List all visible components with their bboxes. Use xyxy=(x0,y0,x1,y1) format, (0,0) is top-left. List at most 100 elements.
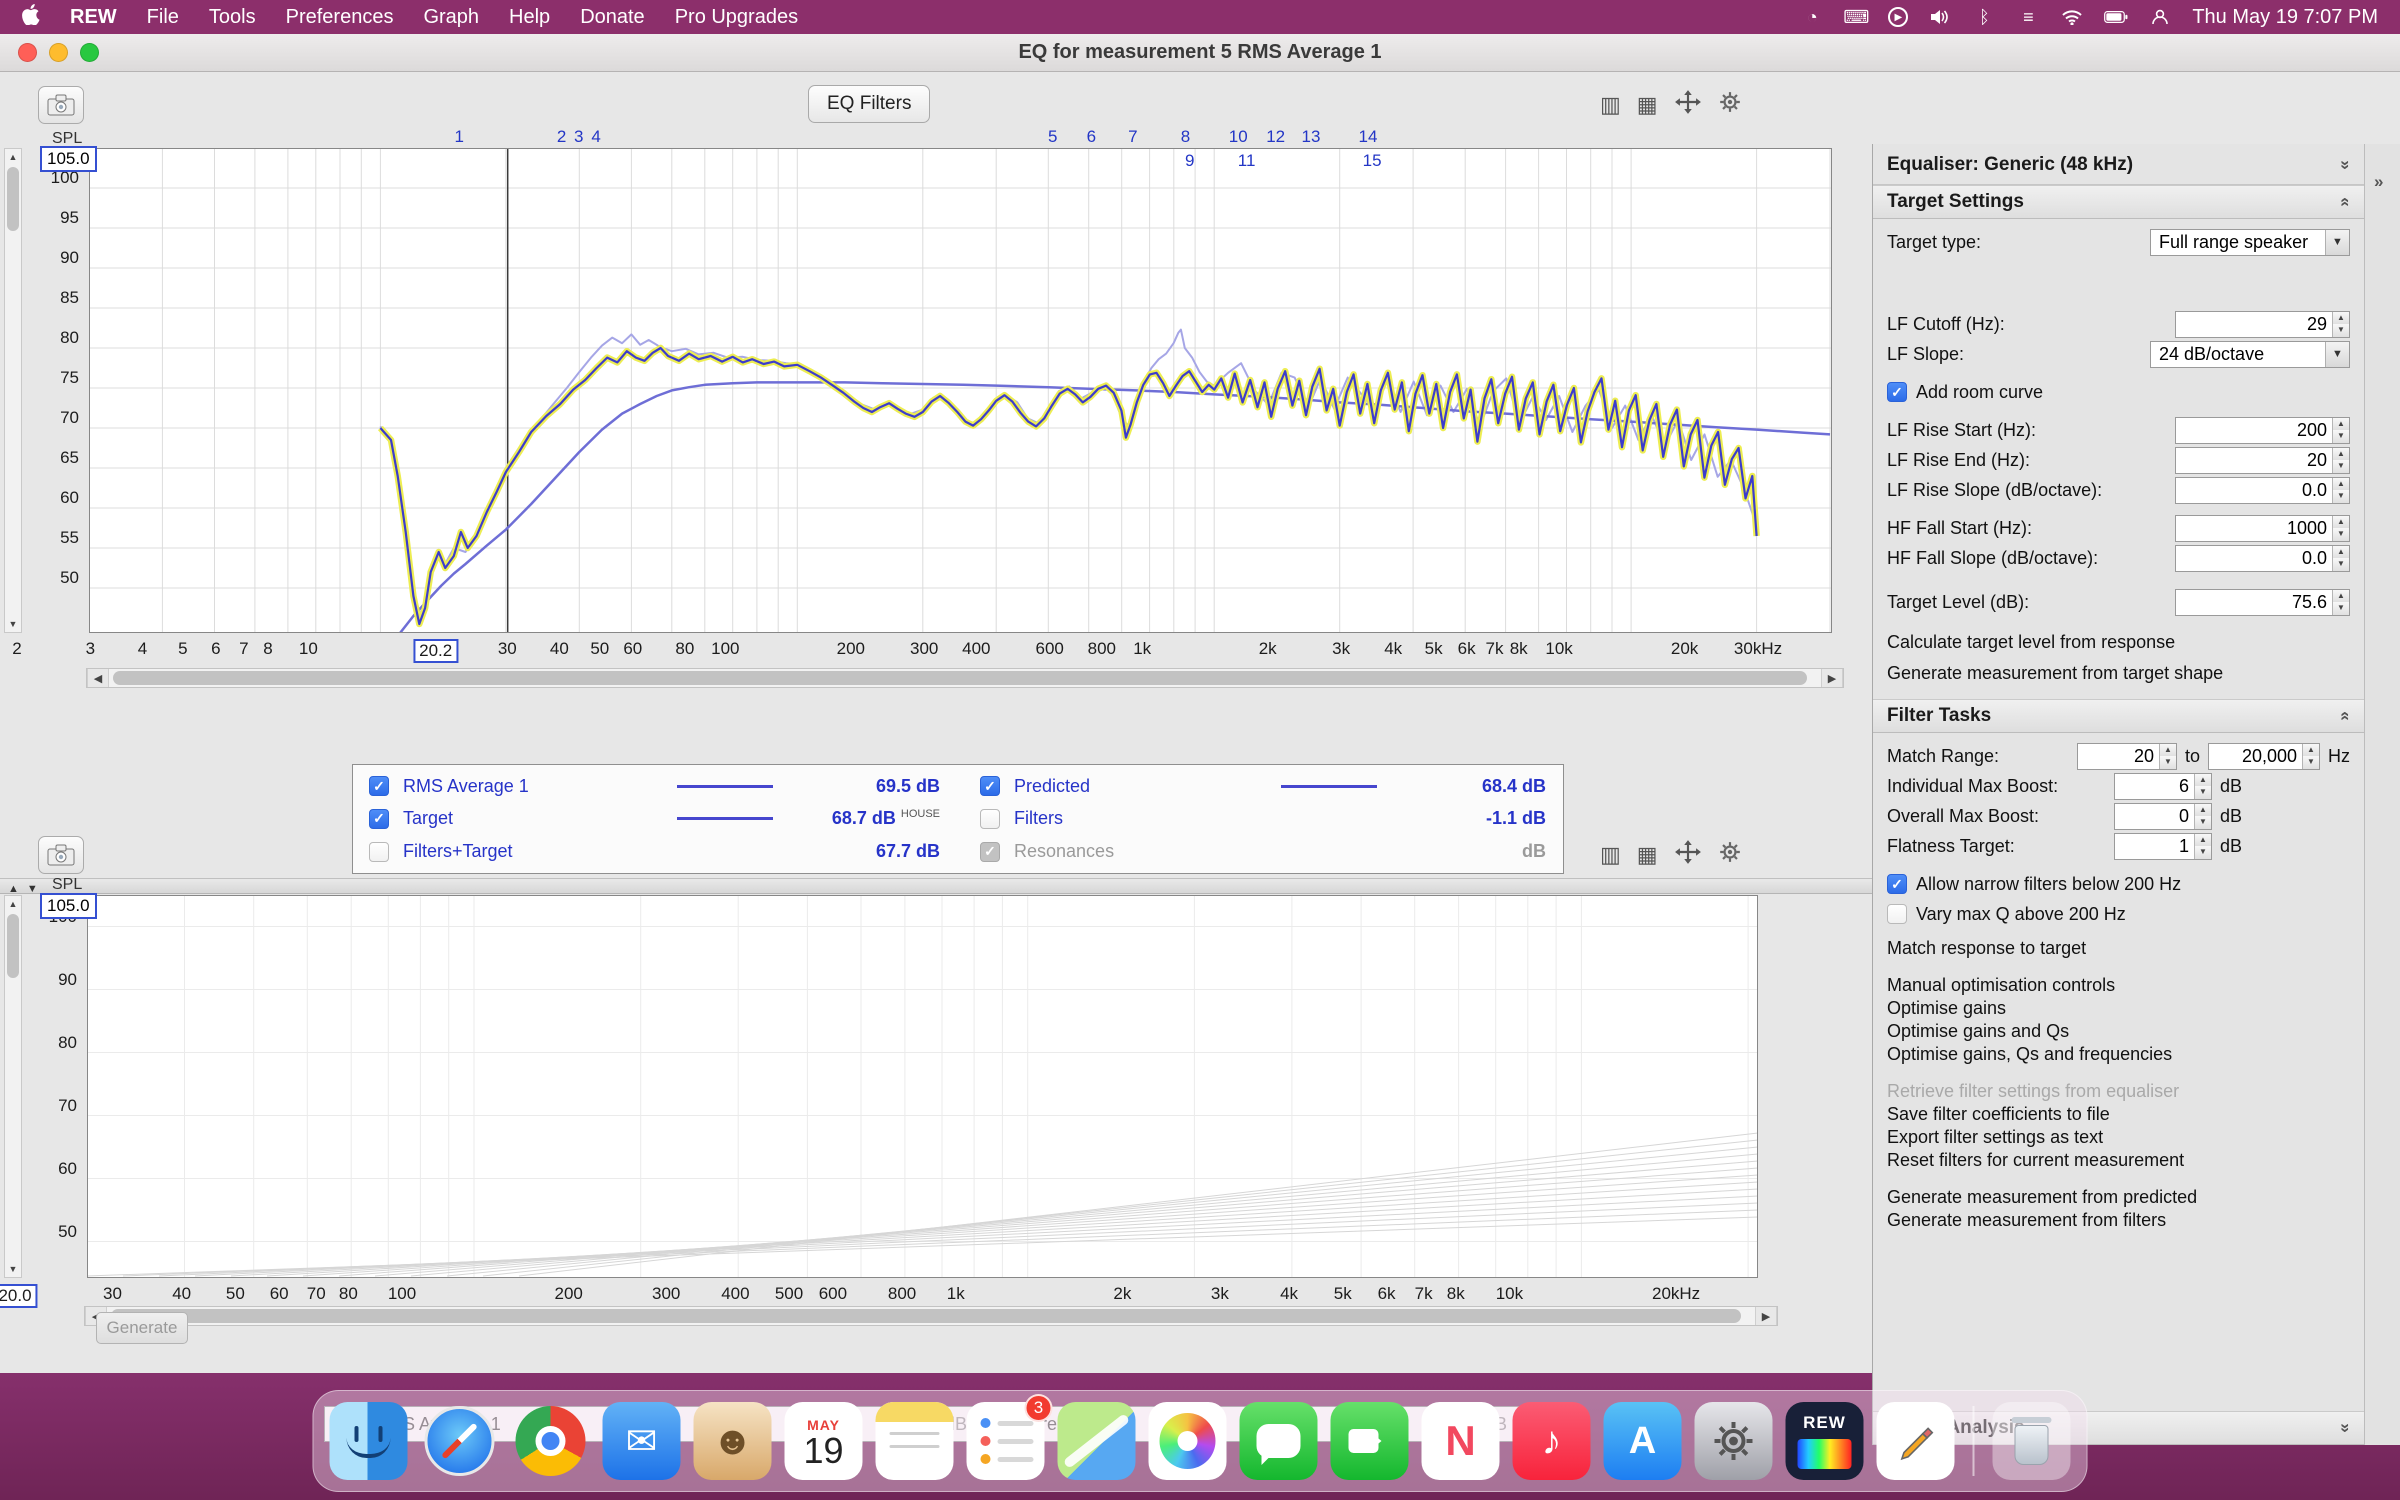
x-tick-20.0[interactable]: 20.0 xyxy=(0,1284,38,1308)
menu-donate[interactable]: Donate xyxy=(580,6,645,29)
predicted-checkbox[interactable]: ✓ xyxy=(980,776,1000,797)
apple-menu-icon[interactable] xyxy=(22,3,40,31)
top-plot-vertical-scrollbar[interactable]: ▲ ▼ xyxy=(4,148,22,633)
graph-limits-icon[interactable]: ▥ xyxy=(1600,842,1621,868)
filter-tasks-header[interactable]: Filter Tasks « xyxy=(1873,699,2364,733)
lf-rise-slope-input[interactable]: 0.0 ▲ ▼ xyxy=(2175,476,2350,504)
collapse-panel-chevron-icon[interactable]: » xyxy=(2374,172,2383,192)
stepper[interactable]: ▲ ▼ xyxy=(2332,589,2349,615)
resonances-checkbox[interactable]: ✓ xyxy=(980,841,1000,862)
graph-layout-icon[interactable]: ▦ xyxy=(1637,92,1658,118)
dock-maps-icon[interactable] xyxy=(1057,1402,1136,1480)
scrollbar-thumb[interactable] xyxy=(7,914,19,978)
stepper[interactable]: ▲ ▼ xyxy=(2332,417,2349,443)
lf-cutoff-input[interactable]: 29 ▲ ▼ xyxy=(2175,310,2350,338)
save-filter-coefficients-button[interactable]: Save filter coefficients to file xyxy=(1873,1103,2364,1126)
expand-modal-analysis-icon[interactable]: » xyxy=(2335,1423,2355,1432)
graph-settings-gear-icon[interactable] xyxy=(1718,90,1742,119)
rms-average-label[interactable]: RMS Average 1 xyxy=(395,776,625,797)
stepper[interactable]: ▲ ▼ xyxy=(2194,803,2211,829)
target-label[interactable]: Target xyxy=(395,808,625,829)
splitter-collapse-down-button[interactable]: ▼ xyxy=(27,882,38,896)
hf-fall-start-input[interactable]: 1000 ▲ ▼ xyxy=(2175,514,2350,542)
stepper[interactable]: ▲ ▼ xyxy=(2332,477,2349,503)
menu-pro-upgrades[interactable]: Pro Upgrades xyxy=(675,6,798,29)
collapse-all-chevron-icon[interactable]: » xyxy=(2335,160,2355,169)
stepper[interactable]: ▲ ▼ xyxy=(2158,743,2176,769)
volume-status-icon[interactable] xyxy=(1928,5,1952,29)
capture-graph-button-bottom[interactable] xyxy=(38,836,84,874)
vary-max-q-checkbox[interactable] xyxy=(1887,904,1907,924)
chevron-down-icon[interactable]: ▼ xyxy=(2325,229,2349,255)
menu-tools[interactable]: Tools xyxy=(209,6,256,29)
graph-layout-icon[interactable]: ▦ xyxy=(1637,842,1658,868)
dock-calendar-icon[interactable]: MAY 19 xyxy=(784,1402,863,1480)
target-checkbox[interactable]: ✓ xyxy=(369,808,389,829)
dock-finder-icon[interactable] xyxy=(329,1402,408,1480)
target-type-dropdown[interactable]: Full range speaker ▼ xyxy=(2150,228,2350,256)
stepper[interactable]: ▲ ▼ xyxy=(2332,447,2349,473)
stepper[interactable]: ▲ ▼ xyxy=(2332,311,2349,337)
graph-limits-icon[interactable]: ▥ xyxy=(1600,92,1621,118)
scroll-down-arrow[interactable]: ▼ xyxy=(9,616,18,632)
scroll-right-arrow[interactable]: ▶ xyxy=(1755,1307,1777,1325)
scrollbar-thumb[interactable] xyxy=(113,671,1807,685)
manual-optimisation-button[interactable]: Manual optimisation controls xyxy=(1873,974,2364,997)
scrollbar-thumb[interactable] xyxy=(7,167,19,231)
overall-max-boost-input[interactable]: 0 ▲ ▼ xyxy=(2114,802,2212,830)
individual-max-boost-input[interactable]: 6 ▲ ▼ xyxy=(2114,772,2212,800)
dock-app-store-icon[interactable]: A xyxy=(1603,1402,1682,1480)
filters-label[interactable]: Filters xyxy=(1006,808,1211,829)
wifi-status-icon[interactable] xyxy=(2060,5,2084,29)
lf-rise-start-input[interactable]: 200 ▲ ▼ xyxy=(2175,416,2350,444)
match-response-button[interactable]: Match response to target xyxy=(1873,937,2364,960)
lf-slope-dropdown[interactable]: 24 dB/octave ▼ xyxy=(2150,340,2350,368)
match-range-to-input[interactable]: 20,000 ▲ ▼ xyxy=(2208,742,2320,770)
gauge-status-icon[interactable]: ◔ xyxy=(1800,5,1824,29)
flatness-target-input[interactable]: 1 ▲ ▼ xyxy=(2114,832,2212,860)
lf-rise-end-input[interactable]: 20 ▲ ▼ xyxy=(2175,446,2350,474)
generate-from-target-shape-button[interactable]: Generate measurement from target shape xyxy=(1873,662,2364,685)
scroll-up-arrow[interactable]: ▲ xyxy=(9,896,18,912)
add-room-curve-checkbox[interactable]: ✓ xyxy=(1887,382,1907,402)
stepper[interactable]: ▲ ▼ xyxy=(2302,743,2319,769)
panel-splitter[interactable]: ▲ ▼ xyxy=(0,878,1872,896)
dock-news-icon[interactable]: N xyxy=(1421,1402,1500,1480)
filters-target-checkbox[interactable] xyxy=(369,841,389,862)
collapse-target-settings-icon[interactable]: « xyxy=(2335,197,2355,206)
dock-reminders-icon[interactable]: 3 xyxy=(966,1394,1053,1480)
dock-photos-icon[interactable] xyxy=(1148,1402,1227,1480)
x-tick-20.2[interactable]: 20.2 xyxy=(413,639,459,663)
splitter-collapse-up-button[interactable]: ▲ xyxy=(8,882,19,896)
fit-to-data-icon[interactable] xyxy=(1674,840,1702,869)
resonances-label[interactable]: Resonances xyxy=(1006,841,1211,862)
stepper[interactable]: ▲ ▼ xyxy=(2332,515,2349,541)
menu-preferences[interactable]: Preferences xyxy=(286,6,394,29)
waterfall-plot[interactable] xyxy=(87,895,1758,1278)
dock-rew-icon[interactable]: REW xyxy=(1785,1402,1864,1480)
dock-trash-icon[interactable] xyxy=(1992,1402,2071,1480)
optimise-gains-qs-freqs-button[interactable]: Optimise gains, Qs and frequencies xyxy=(1873,1043,2364,1066)
reset-filters-button[interactable]: Reset filters for current measurement xyxy=(1873,1149,2364,1172)
dock-notes-icon[interactable] xyxy=(875,1402,954,1480)
dock-safari-icon[interactable] xyxy=(421,1402,499,1480)
dock-system-settings-icon[interactable] xyxy=(1694,1402,1773,1480)
menu-rew[interactable]: REW xyxy=(70,6,117,29)
dock-contacts-icon[interactable]: ☻ xyxy=(693,1402,772,1480)
export-filter-settings-button[interactable]: Export filter settings as text xyxy=(1873,1126,2364,1149)
rms-average-checkbox[interactable]: ✓ xyxy=(369,776,389,797)
filters-target-label[interactable]: Filters+Target xyxy=(395,841,625,862)
allow-narrow-filters-checkbox[interactable]: ✓ xyxy=(1887,874,1907,894)
calculate-target-level-button[interactable]: Calculate target level from response xyxy=(1873,631,2364,654)
battery-status-icon[interactable] xyxy=(2104,5,2128,29)
hf-fall-slope-input[interactable]: 0.0 ▲ ▼ xyxy=(2175,544,2350,572)
fit-to-data-icon[interactable] xyxy=(1674,90,1702,119)
filters-checkbox[interactable] xyxy=(980,808,1000,829)
match-range-from-input[interactable]: 20 ▲ ▼ xyxy=(2076,742,2177,770)
top-plot-horizontal-scrollbar[interactable]: ◀ ▶ xyxy=(86,668,1844,688)
sidebar-collapse-strip[interactable]: » xyxy=(2364,144,2400,1445)
menu-help[interactable]: Help xyxy=(509,6,550,29)
scroll-down-arrow[interactable]: ▼ xyxy=(9,1261,18,1277)
stepper[interactable]: ▲ ▼ xyxy=(2332,545,2349,571)
scrollbar-thumb[interactable] xyxy=(111,1309,1741,1323)
